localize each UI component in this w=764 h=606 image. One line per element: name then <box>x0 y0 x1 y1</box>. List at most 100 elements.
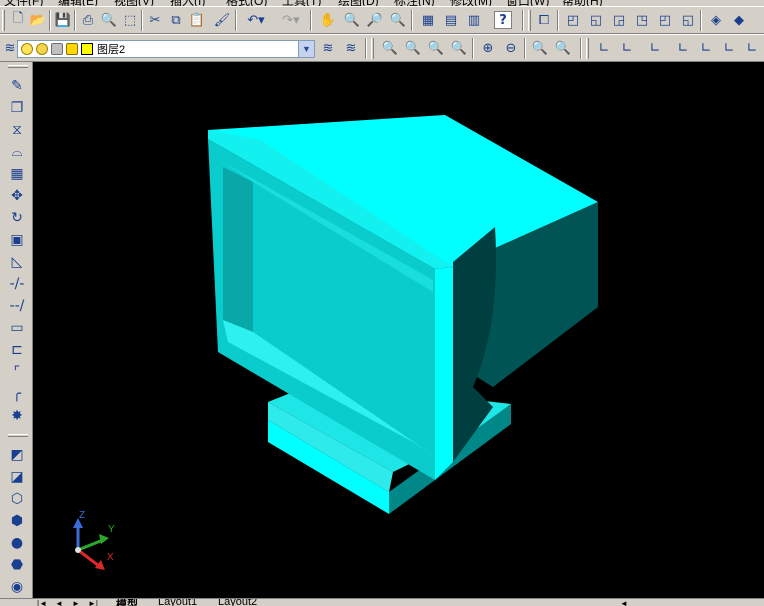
top-view-icon[interactable]: ◰ <box>563 10 583 30</box>
toolbar-grip[interactable] <box>371 38 374 59</box>
redo-icon[interactable]: ↷▾ <box>276 10 306 30</box>
paste-icon[interactable]: 📋 <box>187 10 207 30</box>
ucs-z-label: Z <box>79 510 85 521</box>
rotate-icon[interactable]: ↻ <box>6 208 28 228</box>
mirror-icon[interactable]: ⧖ <box>6 120 28 140</box>
layer-freeze-viewport-icon[interactable] <box>51 43 63 55</box>
ucs-x-label: X <box>107 552 114 563</box>
toolbar-grip[interactable] <box>528 10 531 31</box>
monitor-frame-right <box>435 267 453 480</box>
left-view-icon[interactable]: ◲ <box>609 10 629 30</box>
right-view-icon[interactable]: ◳ <box>632 10 652 30</box>
explode-icon[interactable]: ✸ <box>6 406 28 426</box>
make-object-layer-current-icon[interactable]: ≋ <box>318 38 338 58</box>
drawing-canvas[interactable]: Z Y X <box>33 62 764 598</box>
tab-model[interactable]: 模型 <box>116 599 138 606</box>
save-icon[interactable]: 💾 <box>53 10 73 30</box>
section-icon[interactable]: ◩ <box>6 445 28 465</box>
match-properties-icon[interactable]: ✎ <box>6 76 28 96</box>
box-icon[interactable]: ⬡ <box>6 489 28 509</box>
front-view-icon[interactable]: ◰ <box>655 10 675 30</box>
horizontal-scrollbar[interactable]: ◄ <box>620 599 628 606</box>
zoom-in-icon[interactable]: ⊕ <box>478 38 498 58</box>
pan-icon[interactable]: ✋ <box>318 10 338 30</box>
tab-last-icon[interactable]: ►| <box>88 599 98 606</box>
publish-icon[interactable]: ⬚ <box>120 10 140 30</box>
zoom-center-icon[interactable]: 🔍 <box>449 38 469 58</box>
back-view-icon[interactable]: ◱ <box>678 10 698 30</box>
plot-preview-icon[interactable]: 🔍 <box>99 10 119 30</box>
zoom-scale-icon[interactable]: 🔍 <box>426 38 446 58</box>
zoom-extents-icon[interactable]: 🔍 <box>553 38 573 58</box>
ucs-world-icon[interactable]: ∟ <box>617 38 637 58</box>
copy-icon[interactable]: ⧉ <box>166 10 186 30</box>
break-icon[interactable]: ▭ <box>6 318 28 338</box>
bottom-view-icon[interactable]: ◱ <box>586 10 606 30</box>
zoom-window-icon[interactable]: 🔎 <box>365 10 385 30</box>
properties-icon[interactable]: ▥ <box>464 10 484 30</box>
design-center-icon[interactable]: ▤ <box>441 10 461 30</box>
tab-layout1[interactable]: Layout1 <box>158 599 197 606</box>
cut-icon[interactable]: ✂ <box>145 10 165 30</box>
ucs-icon[interactable]: ∟ <box>594 38 614 58</box>
chevron-down-icon[interactable]: ▼ <box>298 41 314 57</box>
ucs-face-icon[interactable]: ∟ <box>673 38 693 58</box>
cylinder-icon[interactable]: ⬣ <box>6 555 28 575</box>
separator <box>524 38 526 59</box>
separator <box>700 10 702 31</box>
zoom-out-icon[interactable]: ⊖ <box>501 38 521 58</box>
se-iso-icon[interactable]: ◆ <box>729 10 749 30</box>
fillet-icon[interactable]: ╭ <box>6 384 28 404</box>
named-views-icon[interactable]: ⧠ <box>534 10 554 30</box>
monitor-screen-inner-left <box>223 167 253 332</box>
layer-previous-icon[interactable]: ≋ <box>341 38 361 58</box>
sw-iso-icon[interactable]: ◈ <box>706 10 726 30</box>
open-icon[interactable]: 📂 <box>28 10 48 30</box>
zoom-all-icon[interactable]: 🔍 <box>530 38 550 58</box>
match-properties-icon[interactable]: 🖌 <box>212 10 232 30</box>
ucs-previous-icon[interactable]: ∟ <box>645 38 665 58</box>
array-icon[interactable]: ▦ <box>6 164 28 184</box>
ucs-view-icon[interactable]: ∟ <box>719 38 739 58</box>
move-icon[interactable]: ✥ <box>6 186 28 206</box>
tab-layout2[interactable]: Layout2 <box>218 599 257 606</box>
tab-next-icon[interactable]: ► <box>72 599 80 606</box>
help-icon[interactable]: ? <box>494 11 512 29</box>
offset-icon[interactable]: ⌓ <box>6 142 28 162</box>
toolbar-grip[interactable] <box>8 65 28 68</box>
layer-lock-icon[interactable] <box>66 43 78 55</box>
separator <box>74 10 76 31</box>
layer-combobox[interactable]: 图层2 ▼ <box>17 40 315 58</box>
sphere-icon[interactable]: ● <box>6 533 28 553</box>
scale-icon[interactable]: ▣ <box>6 230 28 250</box>
zoom-dynamic-icon[interactable]: 🔍 <box>403 38 423 58</box>
tab-first-icon[interactable]: |◄ <box>37 599 47 606</box>
layer-on-icon[interactable] <box>21 43 33 55</box>
trim-icon[interactable]: -/- <box>6 274 28 294</box>
copy-object-icon[interactable]: ❐ <box>6 98 28 118</box>
separator <box>522 10 524 31</box>
wedge-icon[interactable]: ⬢ <box>6 511 28 531</box>
tab-prev-icon[interactable]: ◄ <box>55 599 63 606</box>
toolbar-grip[interactable] <box>586 38 589 59</box>
model-viewport[interactable]: Z Y X <box>33 62 764 598</box>
stretch-icon[interactable]: ◺ <box>6 252 28 272</box>
zoom-previous-icon[interactable]: 🔍 <box>388 10 408 30</box>
zoom-realtime-icon[interactable]: 🔍 <box>342 10 362 30</box>
plot-icon[interactable]: ⎙ <box>78 10 98 30</box>
layer-freeze-icon[interactable] <box>36 43 48 55</box>
zoom-window-icon[interactable]: 🔍 <box>380 38 400 58</box>
undo-icon[interactable]: ↶▾ <box>241 10 271 30</box>
cone-icon[interactable]: ◉ <box>6 577 28 597</box>
extend-icon[interactable]: --/ <box>6 296 28 316</box>
toolbar-grip[interactable] <box>8 434 28 437</box>
ucs-object-icon[interactable]: ∟ <box>696 38 716 58</box>
new-icon[interactable]: 🗋 <box>8 10 28 30</box>
separator <box>580 38 582 59</box>
tool-palettes-icon[interactable]: ▦ <box>418 10 438 30</box>
chamfer-icon[interactable]: ⌜ <box>6 362 28 382</box>
join-icon[interactable]: ⊏ <box>6 340 28 360</box>
slice-icon[interactable]: ◪ <box>6 467 28 487</box>
toolbar-grip[interactable] <box>2 10 5 31</box>
ucs-origin-icon[interactable]: ∟ <box>742 38 762 58</box>
